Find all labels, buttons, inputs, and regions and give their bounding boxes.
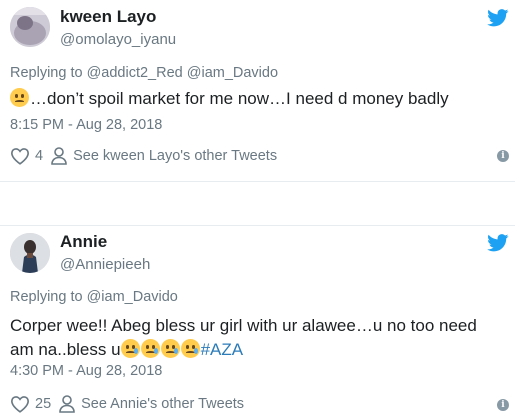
like-count[interactable]: 4 (35, 148, 43, 164)
sad-tear-face-emoji-icon (140, 339, 160, 358)
replying-to: Replying to @iam_Davido (10, 289, 178, 305)
tweet-text-line-1: Corper wee!! Abeg bless ur girl with ur … (10, 316, 477, 335)
timestamp[interactable]: 8:15 PM - Aug 28, 2018 (10, 117, 162, 133)
sad-tear-face-emoji-icon (180, 339, 200, 358)
sad-tear-face-emoji-icon (120, 339, 140, 358)
tweet-text-line-2-body: am na..bless u (10, 340, 121, 359)
reply-mentions[interactable]: @iam_Davido (87, 289, 178, 305)
hashtag-link[interactable]: #AZA (201, 340, 244, 359)
avatar[interactable] (10, 233, 50, 273)
tweet-actions: 25 See Annie's other Tweets (10, 394, 244, 414)
twitter-bird-icon[interactable] (487, 234, 509, 252)
profile-link[interactable]: See Annie's other Tweets (81, 396, 244, 412)
author-handle[interactable]: @omolayo_iyanu (60, 31, 176, 48)
heart-icon[interactable] (10, 395, 30, 413)
sad-tear-face-emoji-icon (160, 339, 180, 358)
person-icon[interactable] (51, 147, 67, 165)
tweet-text: Corper wee!! Abeg bless ur girl with ur … (10, 314, 477, 362)
info-icon[interactable]: i (497, 399, 509, 411)
author-name[interactable]: kween Layo (60, 7, 156, 27)
person-icon[interactable] (59, 395, 75, 413)
replying-prefix: Replying to (10, 289, 87, 305)
author-name[interactable]: Annie (60, 232, 107, 252)
author-handle[interactable]: @Anniepieeh (60, 256, 150, 273)
reply-mentions[interactable]: @addict2_Red @iam_Davido (87, 65, 278, 81)
tweet-actions: 4 See kween Layo's other Tweets (10, 146, 277, 166)
avatar[interactable] (10, 7, 50, 47)
heart-icon[interactable] (10, 147, 30, 165)
tweet-card: kween Layo @omolayo_iyanu Replying to @a… (0, 0, 515, 181)
like-count[interactable]: 25 (35, 396, 51, 412)
weary-face-emoji-icon (10, 88, 29, 107)
twitter-bird-icon[interactable] (487, 9, 509, 27)
tweet-text: …don’t spoil market for me now…I need d … (10, 88, 449, 109)
replying-to: Replying to @addict2_Red @iam_Davido (10, 65, 278, 81)
tweet-text-line-2: am na..bless u #AZA (10, 338, 477, 362)
info-icon[interactable]: i (497, 150, 509, 162)
tweet-card: Annie @Anniepieeh Replying to @iam_David… (0, 226, 515, 413)
timestamp[interactable]: 4:30 PM - Aug 28, 2018 (10, 363, 162, 379)
replying-prefix: Replying to (10, 65, 87, 81)
profile-link[interactable]: See kween Layo's other Tweets (73, 148, 277, 164)
tweet-text-body: …don’t spoil market for me now…I need d … (30, 89, 449, 108)
tweet-divider (0, 181, 515, 226)
